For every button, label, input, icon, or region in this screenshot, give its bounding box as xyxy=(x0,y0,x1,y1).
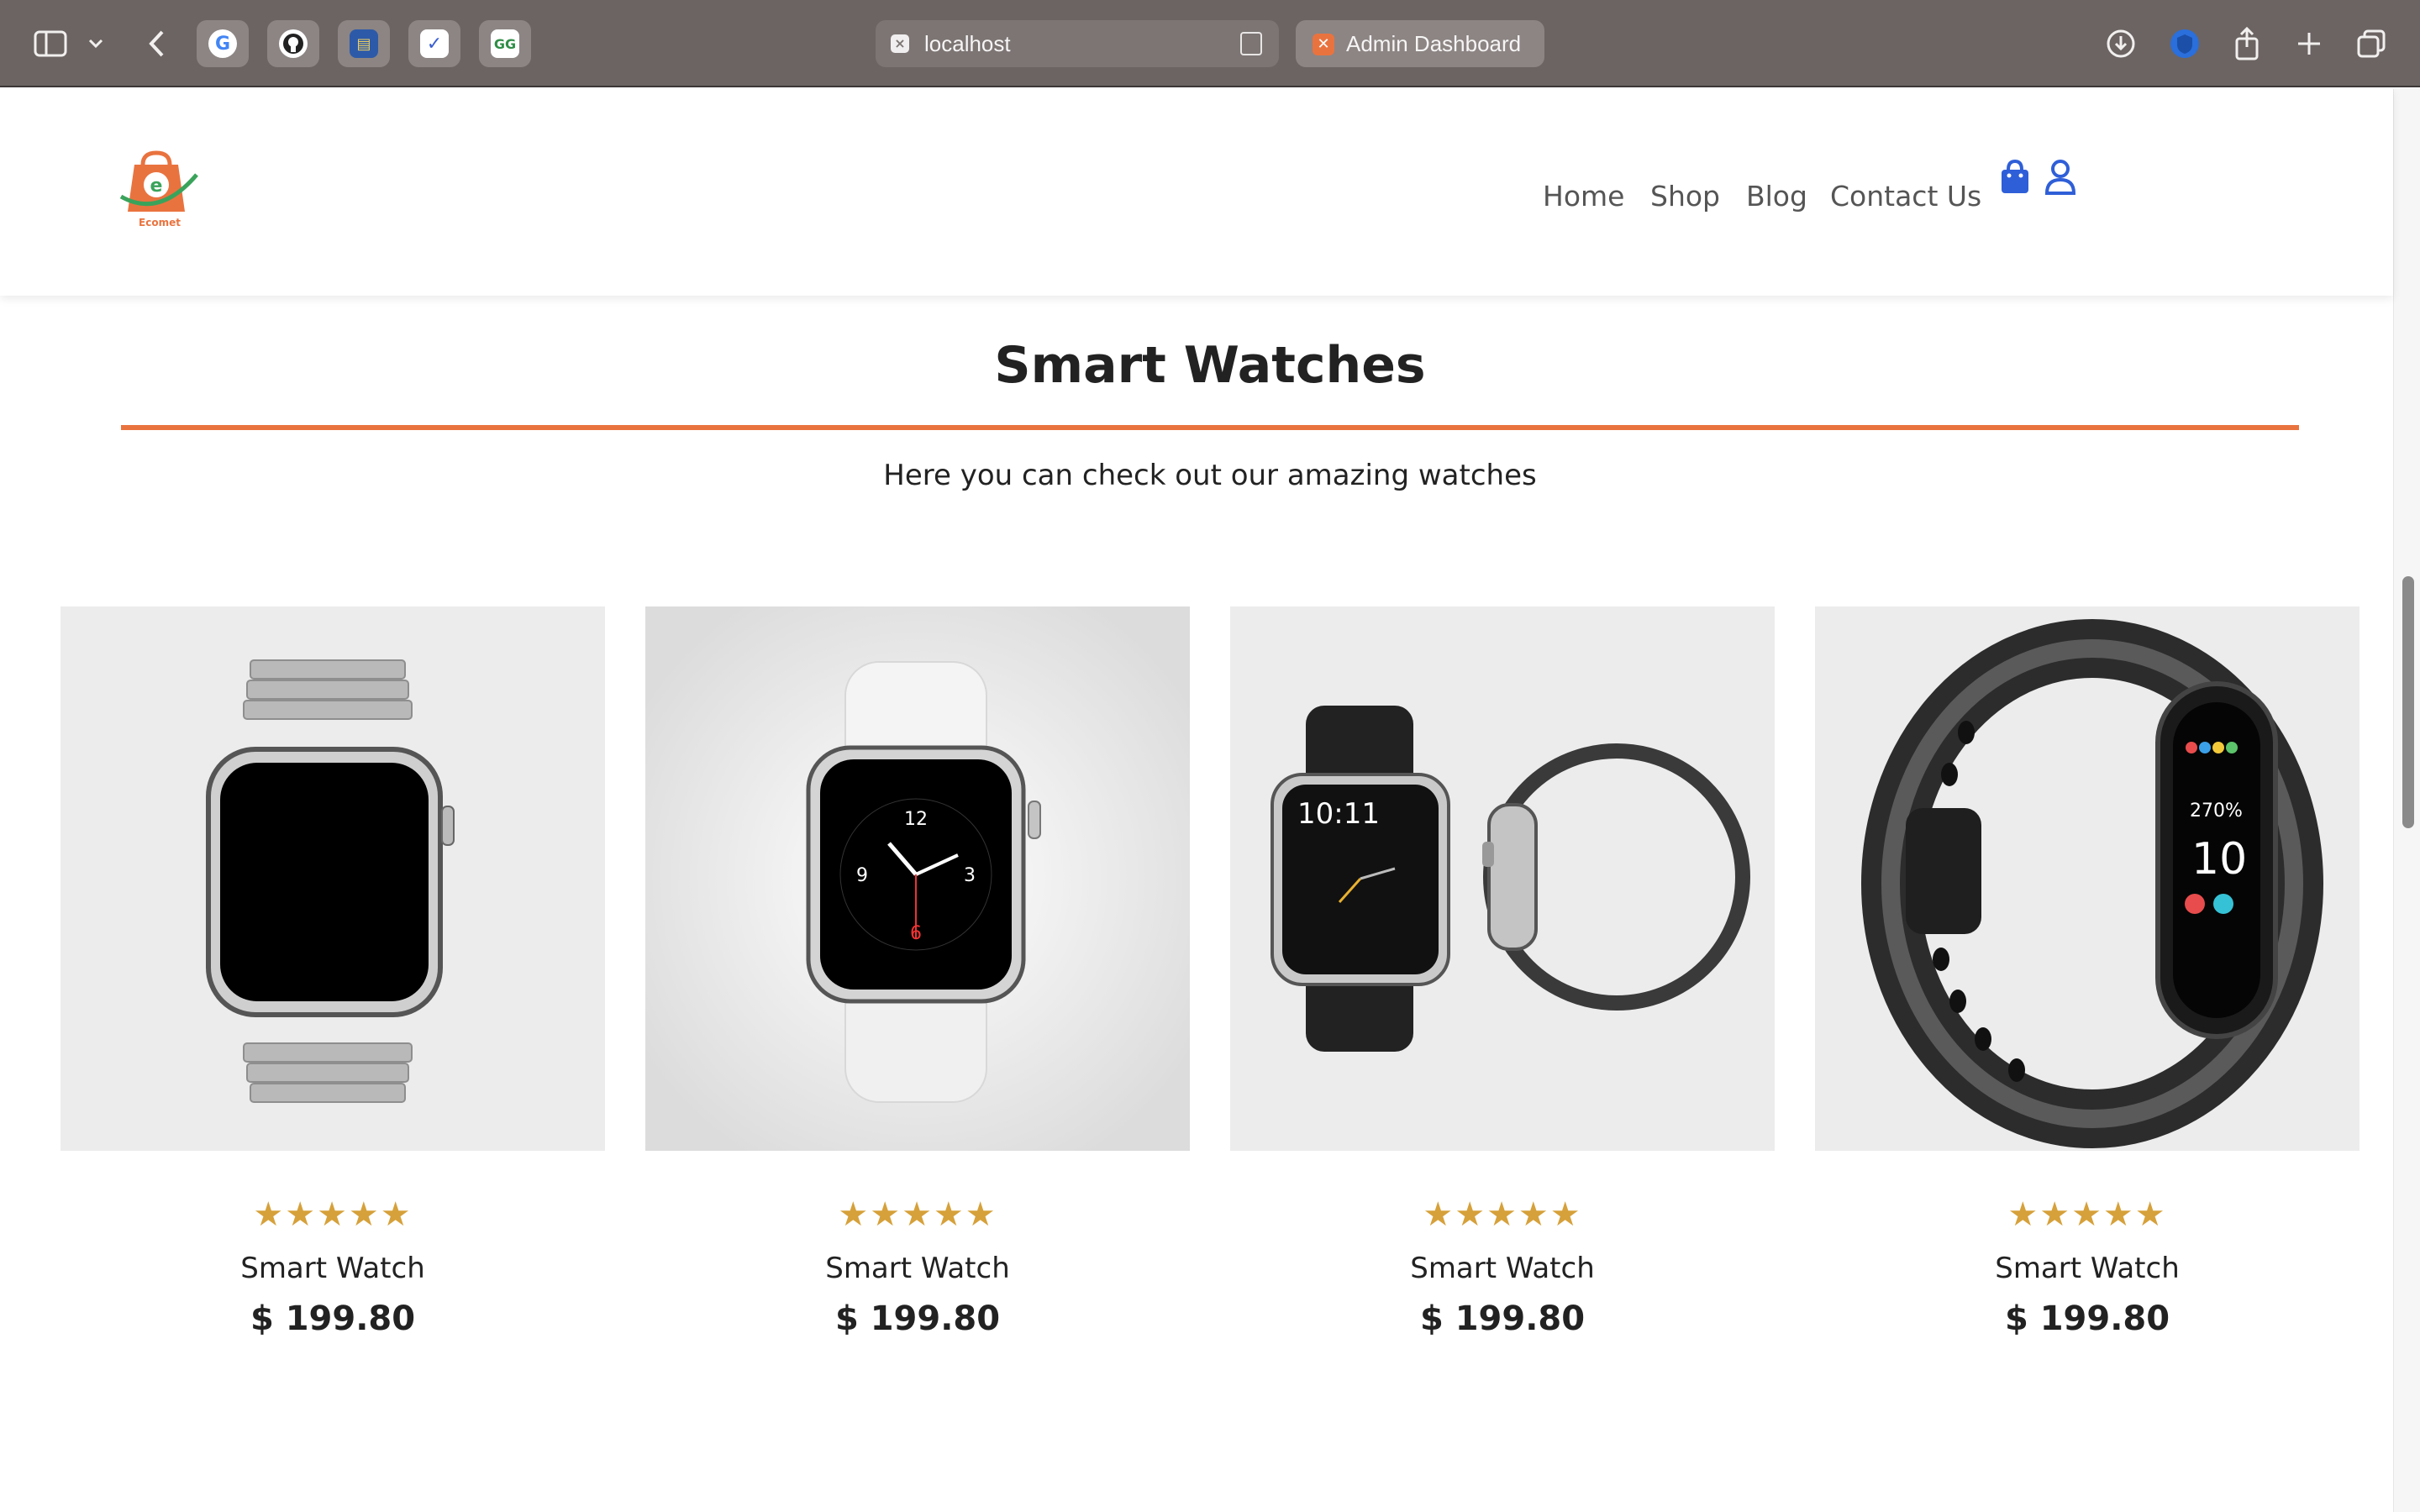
product-image[interactable]: 10:11 xyxy=(1230,606,1775,1151)
svg-text:e: e xyxy=(150,176,163,197)
rating-stars: ★★★★★ xyxy=(838,1195,997,1234)
product-price: $ 199.80 xyxy=(834,1299,1001,1338)
nav-contact-us[interactable]: Contact Us xyxy=(1830,171,1981,222)
share-button[interactable] xyxy=(2225,22,2269,66)
download-icon xyxy=(2107,29,2135,58)
user-icon xyxy=(2044,160,2076,195)
svg-text:3: 3 xyxy=(964,865,976,886)
cart-button[interactable] xyxy=(1998,158,2035,200)
back-button[interactable] xyxy=(134,22,178,66)
product-image[interactable]: 126 39 xyxy=(645,606,1190,1151)
sidebar-toggle-button[interactable] xyxy=(29,22,72,66)
product-image[interactable]: 270% 10 xyxy=(1815,606,2360,1151)
tabs-overview-icon xyxy=(2357,29,2386,58)
title-underline xyxy=(121,425,2299,430)
nav-shop[interactable]: Shop xyxy=(1650,171,1720,222)
svg-text:10: 10 xyxy=(2191,834,2247,885)
tab-overview-button[interactable] xyxy=(2349,22,2393,66)
new-tab-button[interactable] xyxy=(2287,22,2331,66)
github-icon xyxy=(279,29,308,58)
page-scrollbar[interactable] xyxy=(2393,89,2420,1512)
tab-group-dropdown-button[interactable] xyxy=(77,22,114,66)
product-card[interactable]: 270% 10 ★★★★★ Smart Watch $ 199.80 xyxy=(1815,606,2360,1362)
tab-admin-dashboard[interactable]: ✕ Admin Dashboard xyxy=(1296,20,1544,67)
bird-app-icon: ✓ xyxy=(420,29,449,58)
favorite-geeksforgeeks[interactable]: GG xyxy=(479,20,531,67)
section-title: Smart Watches xyxy=(994,336,1426,395)
account-button[interactable] xyxy=(2044,158,2081,200)
url-text: localhost xyxy=(924,31,1011,56)
xampp-icon: ✕ xyxy=(1313,34,1334,55)
product-card[interactable]: ★★★★★ Smart Watch $ 199.80 xyxy=(60,606,605,1362)
steel-watch-image xyxy=(60,606,605,1151)
svg-text:9: 9 xyxy=(856,865,868,886)
white-watch-image: 126 39 xyxy=(645,606,1190,1151)
favorite-bird-app[interactable]: ✓ xyxy=(408,20,460,67)
rating-stars: ★★★★★ xyxy=(1423,1195,1582,1234)
product-image[interactable] xyxy=(60,606,605,1151)
rating-stars: ★★★★★ xyxy=(2007,1195,2167,1234)
google-icon: G xyxy=(208,29,237,58)
logo-text: Ecomet xyxy=(139,217,181,228)
chevron-left-icon xyxy=(149,30,164,57)
notes-icon: ▤ xyxy=(350,29,378,58)
extension-button[interactable] xyxy=(2163,22,2207,66)
favorite-notes[interactable]: ▤ xyxy=(338,20,390,67)
shopping-bag-logo-icon: e xyxy=(119,150,198,212)
product-price: $ 199.80 xyxy=(2004,1299,2170,1338)
site-header: e Ecomet Home Shop Blog Contact Us xyxy=(0,89,2393,296)
tab-title: Admin Dashboard xyxy=(1346,31,1522,56)
fitness-band-image: 270% 10 xyxy=(1815,606,2360,1151)
nav-blog[interactable]: Blog xyxy=(1746,171,1807,222)
chevron-down-icon xyxy=(88,39,103,49)
product-name[interactable]: Smart Watch xyxy=(1815,1248,2360,1289)
product-name[interactable]: Smart Watch xyxy=(645,1248,1190,1289)
product-name[interactable]: Smart Watch xyxy=(60,1248,605,1289)
rating-stars: ★★★★★ xyxy=(253,1195,413,1234)
browser-toolbar: G ▤ ✓ GG × localhost ✕ Admin Dashboard xyxy=(0,0,2420,87)
sidebar-icon xyxy=(34,30,67,57)
svg-text:12: 12 xyxy=(904,809,928,830)
section-subtitle: Here you can check out our amazing watch… xyxy=(883,459,1537,492)
downloads-button[interactable] xyxy=(2099,22,2143,66)
product-name[interactable]: Smart Watch xyxy=(1230,1248,1775,1289)
favorite-google[interactable]: G xyxy=(197,20,249,67)
reader-view-icon[interactable] xyxy=(1240,32,1262,55)
close-tab-icon[interactable]: × xyxy=(891,34,909,53)
share-icon xyxy=(2235,27,2259,60)
nav-home[interactable]: Home xyxy=(1543,171,1624,222)
shield-extension-icon xyxy=(2170,29,2199,58)
product-price: $ 199.80 xyxy=(1419,1299,1586,1338)
svg-text:270%: 270% xyxy=(2190,801,2243,822)
geeksforgeeks-icon: GG xyxy=(491,29,519,58)
scrollbar-thumb[interactable] xyxy=(2402,576,2414,828)
address-bar[interactable]: × localhost xyxy=(876,20,1279,67)
site-logo[interactable]: e Ecomet xyxy=(119,150,200,234)
favorite-github[interactable] xyxy=(267,20,319,67)
black-watch-pair-image: 10:11 xyxy=(1230,606,1775,1151)
product-card[interactable]: 126 39 ★★★★★ Smart Watch $ 199.80 xyxy=(645,606,1190,1362)
product-card[interactable]: 10:11 ★★★★★ Smart Watch $ 199.80 xyxy=(1230,606,1775,1362)
svg-text:10:11: 10:11 xyxy=(1297,797,1380,831)
plus-icon xyxy=(2298,33,2320,55)
product-price: $ 199.80 xyxy=(250,1299,416,1338)
shopping-bag-icon xyxy=(2002,159,2028,193)
